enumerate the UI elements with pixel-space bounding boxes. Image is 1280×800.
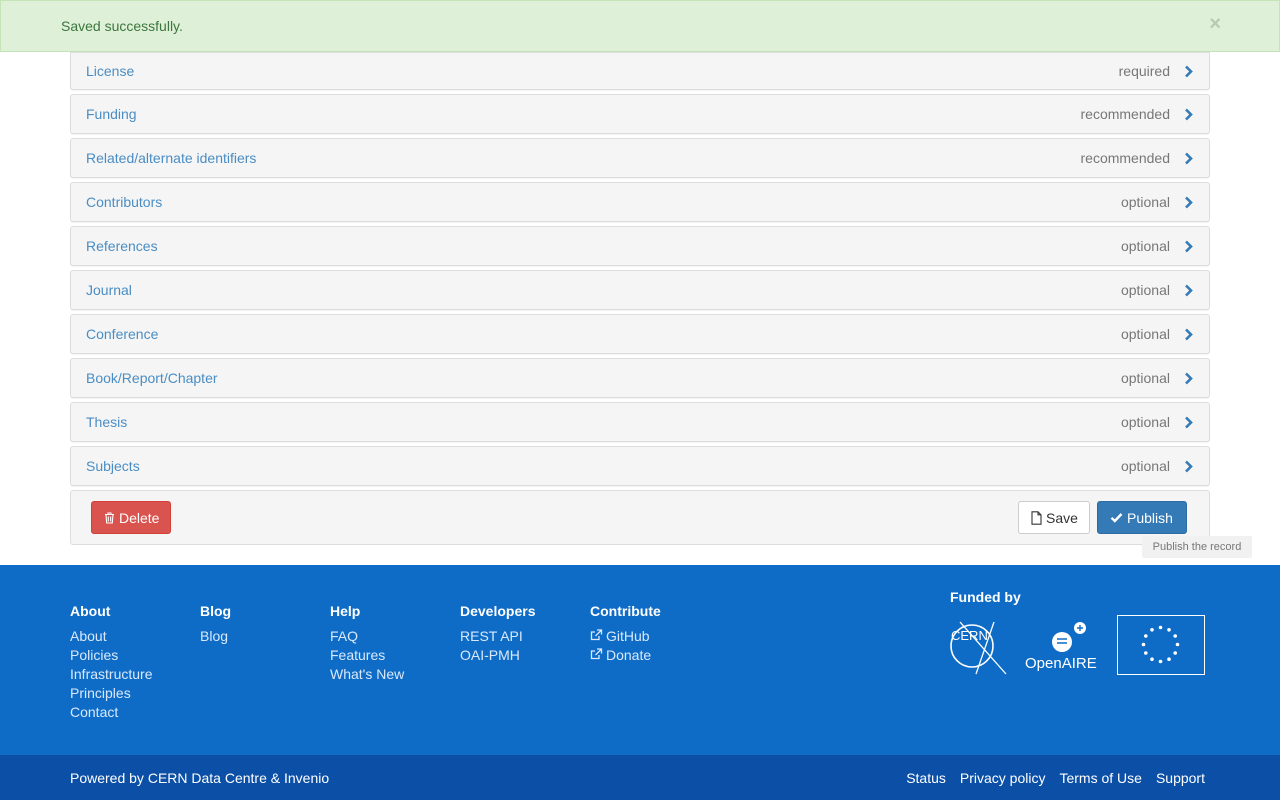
footer-column-about: About About Policies Infrastructure Prin… [70,603,152,722]
bottom-bar: Powered by CERN Data Centre & Invenio St… [0,755,1280,800]
panel-journal[interactable]: Journal optional [70,270,1210,310]
trash-icon [104,511,115,524]
cern-logo[interactable]: CERN [948,614,1012,679]
powered-prefix: Powered by [70,769,148,786]
panel-status: optional [1120,414,1170,430]
footer-link-contact[interactable]: Contact [70,703,152,722]
footer-link-faq[interactable]: FAQ [330,627,404,646]
chevron-right-icon[interactable] [1182,151,1194,165]
openaire-logo[interactable]: OpenAIRE [1024,620,1104,675]
footer-heading: About [70,603,111,619]
chevron-right-icon[interactable] [1182,64,1194,78]
panel-book-report-chapter[interactable]: Book/Report/Chapter optional [70,358,1210,398]
panel-title[interactable]: References [86,238,158,254]
footer-link-whats-new[interactable]: What's New [330,665,404,684]
publish-button[interactable]: Publish [1097,501,1187,534]
alert-message: Saved successfully. [61,18,183,34]
chevron-right-icon[interactable] [1182,107,1194,121]
panel-title[interactable]: Book/Report/Chapter [86,370,218,386]
chevron-right-icon[interactable] [1182,371,1194,385]
delete-label: Delete [119,509,160,526]
panel-references[interactable]: References optional [70,226,1210,266]
save-label: Save [1046,509,1078,526]
footer-heading: Help [330,603,361,619]
save-button[interactable]: Save [1018,501,1090,534]
panel-related-identifiers[interactable]: Related/alternate identifiers recommende… [70,138,1210,178]
panel-title[interactable]: Contributors [86,194,162,210]
panel-conference[interactable]: Conference optional [70,314,1210,354]
panel-status: optional [1120,458,1170,474]
chevron-right-icon[interactable] [1182,239,1194,253]
footer-column-help: Help FAQ Features What's New [330,603,404,684]
github-label: GitHub [606,628,650,644]
site-footer: About About Policies Infrastructure Prin… [0,565,1280,755]
footer-link-principles[interactable]: Principles [70,684,152,703]
svg-text:OpenAIRE: OpenAIRE [1025,655,1097,672]
chevron-right-icon[interactable] [1182,459,1194,473]
chevron-right-icon[interactable] [1182,195,1194,209]
delete-button[interactable]: Delete [91,501,171,534]
footer-link-blog[interactable]: Blog [200,627,231,646]
footer-link-rest-api[interactable]: REST API [460,627,535,646]
alert-close-button[interactable]: × [1209,14,1221,34]
panel-license[interactable]: License required [70,52,1210,90]
donate-label: Donate [606,647,652,663]
powered-link[interactable]: CERN Data Centre & Invenio [148,770,329,786]
panel-title[interactable]: Journal [86,282,132,298]
panel-contributors[interactable]: Contributors optional [70,182,1210,222]
panel-status: optional [1120,282,1170,298]
panel-title[interactable]: Conference [86,326,158,342]
footer-link-about[interactable]: About [70,627,152,646]
panel-funding[interactable]: Funding recommended [70,94,1210,134]
footer-column-developers: Developers REST API OAI-PMH [460,603,535,665]
funded-by-heading: Funded by [950,589,1021,605]
eu-flag-logo[interactable] [1117,615,1205,675]
footer-link-features[interactable]: Features [330,646,404,665]
footer-link-donate[interactable]: Donate [590,646,661,665]
success-alert: Saved successfully. × [0,0,1280,52]
panel-title[interactable]: License [86,63,134,79]
powered-by: Powered by CERN Data Centre & Invenio [70,770,329,786]
panel-status: optional [1120,238,1170,254]
form-actions: Delete Save Publish [70,490,1210,545]
external-link-icon [590,647,603,663]
file-icon [1031,510,1042,525]
panel-status: required [1118,63,1170,79]
panel-title[interactable]: Subjects [86,458,140,474]
footer-heading: Contribute [590,603,661,619]
chevron-right-icon[interactable] [1182,283,1194,297]
publish-label: Publish [1127,509,1173,526]
publish-tooltip: Publish the record [1142,536,1252,558]
bottom-link-terms-of-use[interactable]: Terms of Use [1059,770,1141,786]
external-link-icon [590,628,603,644]
panel-status: optional [1120,326,1170,342]
panel-thesis[interactable]: Thesis optional [70,402,1210,442]
footer-link-infrastructure[interactable]: Infrastructure [70,665,152,684]
footer-link-oai-pmh[interactable]: OAI-PMH [460,646,535,665]
panel-status: optional [1120,370,1170,386]
footer-heading: Blog [200,603,232,619]
bottom-link-support[interactable]: Support [1156,770,1205,786]
footer-column-blog: Blog Blog [200,603,231,646]
footer-link-policies[interactable]: Policies [70,646,152,665]
panel-status: recommended [1080,150,1171,166]
panel-subjects[interactable]: Subjects optional [70,446,1210,486]
deposit-sections: License required Funding recommended Rel… [70,52,1210,490]
footer-column-contribute: Contribute GitHub Donate [590,603,661,665]
bottom-link-status[interactable]: Status [906,770,946,786]
svg-text:CERN: CERN [951,628,988,643]
panel-title[interactable]: Thesis [86,414,127,430]
panel-status: optional [1120,194,1170,210]
footer-heading: Developers [460,603,536,619]
panel-title[interactable]: Funding [86,106,137,122]
chevron-right-icon[interactable] [1182,327,1194,341]
panel-title[interactable]: Related/alternate identifiers [86,150,256,166]
check-icon [1110,512,1123,523]
chevron-right-icon[interactable] [1182,415,1194,429]
footer-link-github[interactable]: GitHub [590,627,661,646]
bottom-link-privacy-policy[interactable]: Privacy policy [960,770,1046,786]
bottom-links: Status Privacy policy Terms of Use Suppo… [906,770,1205,786]
panel-status: recommended [1080,106,1171,122]
